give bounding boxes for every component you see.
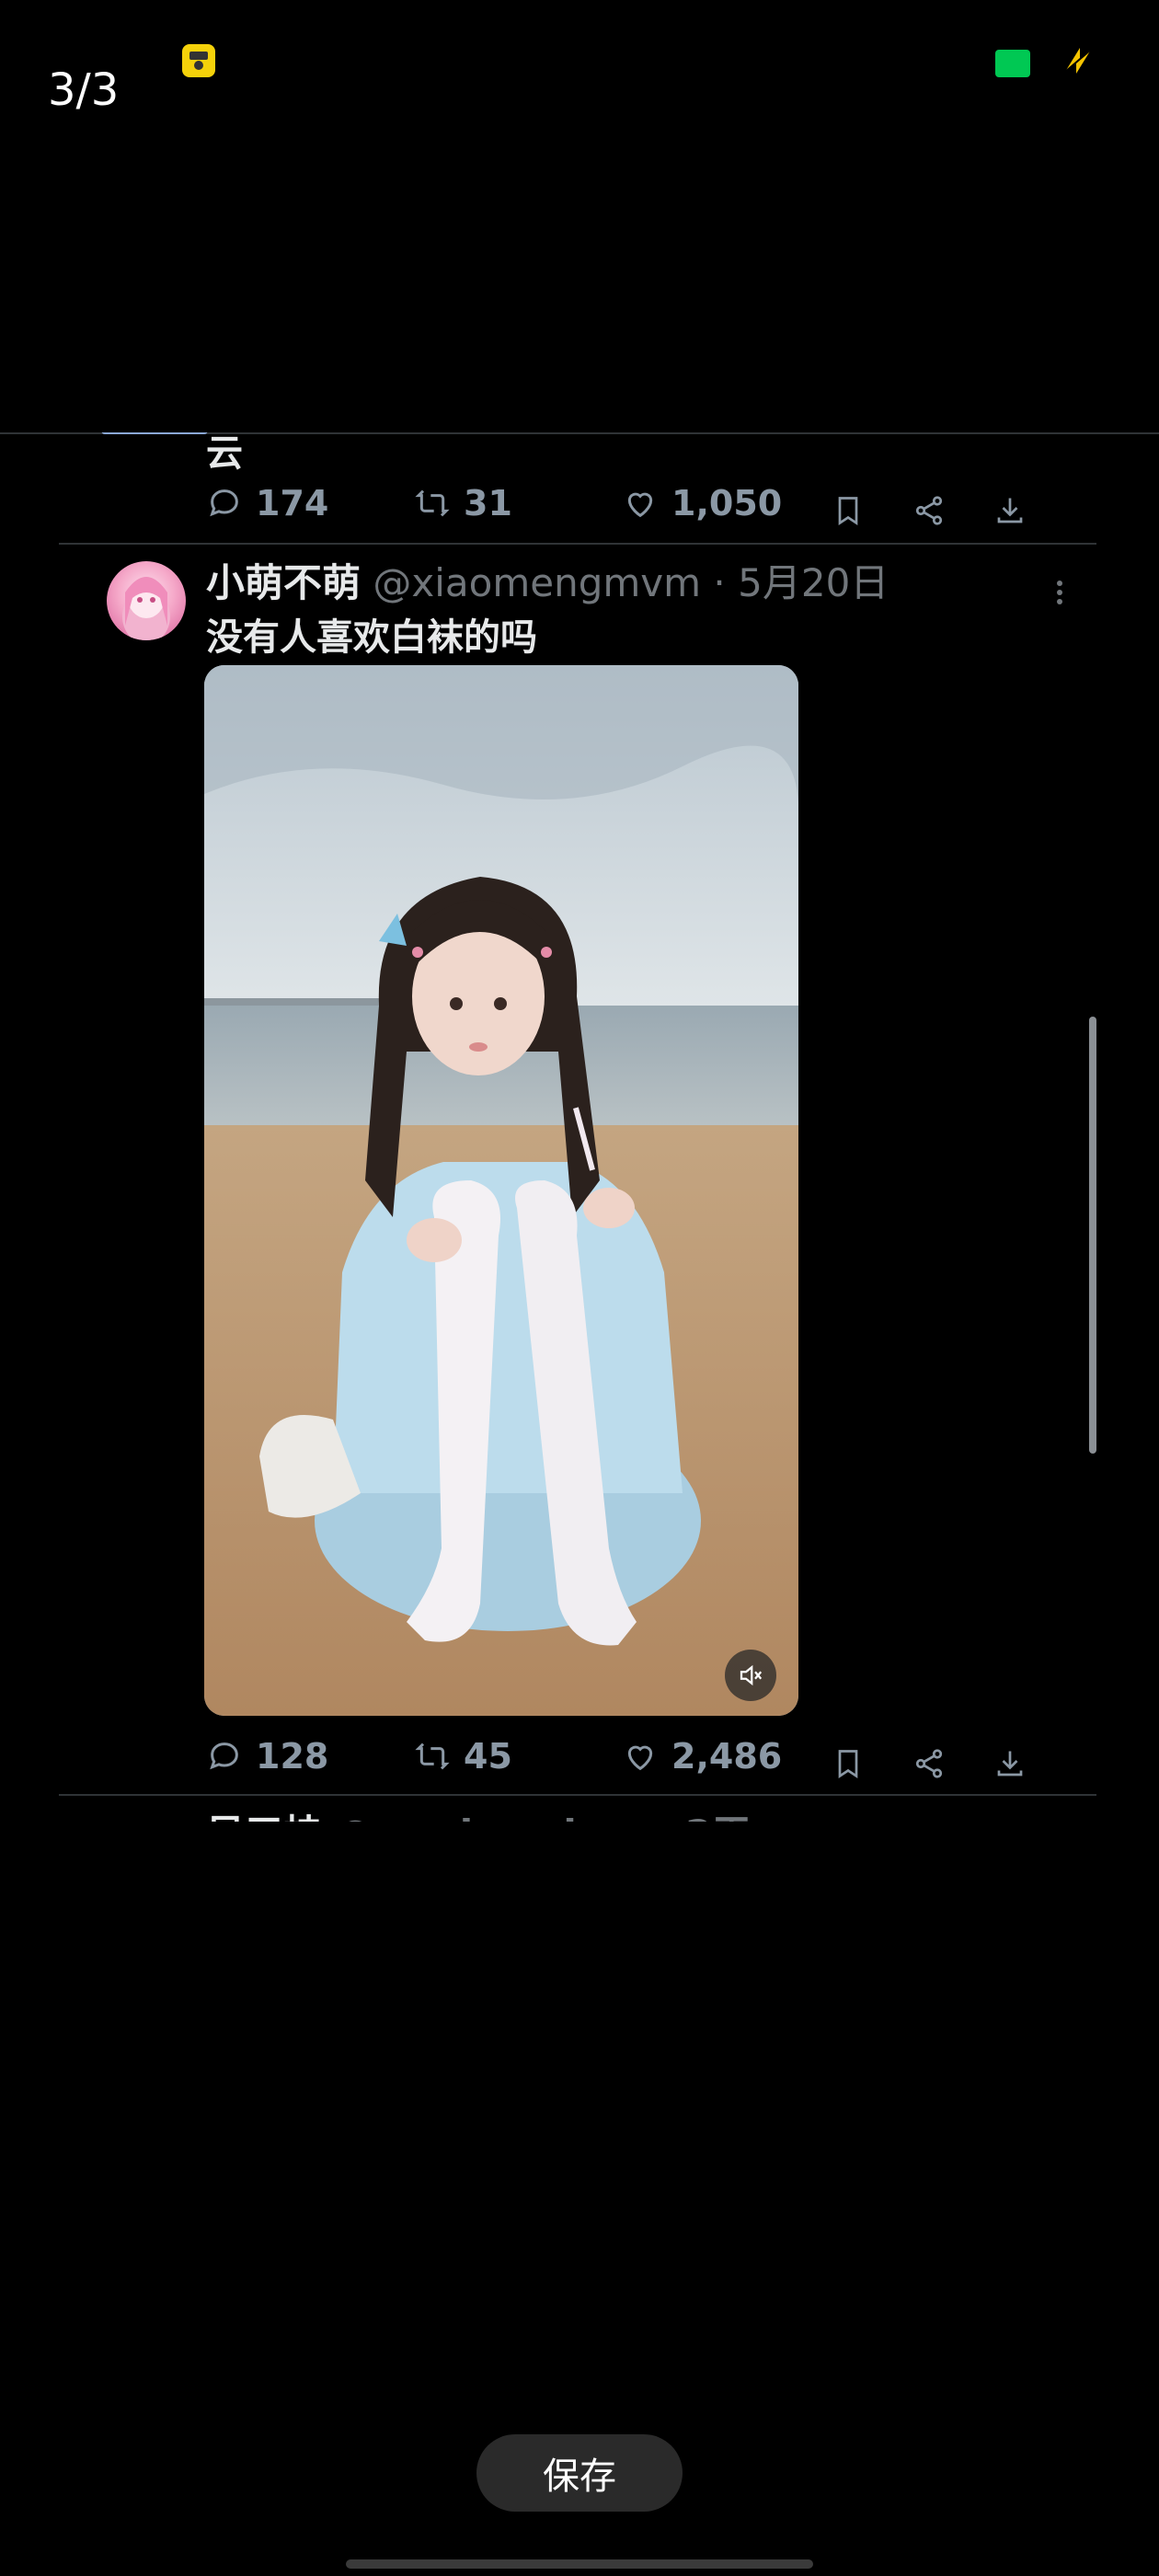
download-button[interactable] bbox=[993, 1736, 1030, 1791]
retweet-icon bbox=[415, 489, 450, 517]
bookmark-button[interactable] bbox=[832, 1736, 868, 1791]
tab-indicator bbox=[101, 432, 208, 434]
previous-tweet-actions: 174 31 1,050 bbox=[206, 483, 1034, 538]
retweet-button[interactable]: 31 bbox=[414, 483, 512, 523]
bookmark-icon bbox=[838, 497, 858, 526]
muted-speaker-icon bbox=[740, 1664, 763, 1686]
author-handle[interactable]: @xiaomengmvm bbox=[373, 560, 701, 605]
heart-icon bbox=[627, 492, 653, 518]
tweet-text: 没有人喜欢白袜的吗 bbox=[206, 616, 537, 659]
save-button[interactable]: 保存 bbox=[476, 2434, 683, 2512]
reply-icon bbox=[210, 1742, 238, 1770]
tweet-actions: 128 45 2,486 bbox=[206, 1736, 1034, 1791]
like-button[interactable]: 1,050 bbox=[622, 483, 782, 523]
bookmark-button[interactable] bbox=[832, 483, 868, 538]
tweet-date[interactable]: 5月20日 bbox=[738, 560, 889, 605]
reply-count: 128 bbox=[256, 1736, 329, 1777]
download-icon bbox=[997, 498, 1023, 523]
like-count: 2,486 bbox=[671, 1736, 783, 1777]
like-count: 1,050 bbox=[671, 483, 783, 523]
heart-icon bbox=[627, 1745, 653, 1771]
bookmark-icon bbox=[838, 1750, 858, 1779]
next-author-name[interactable]: 吴三桂 bbox=[206, 1811, 322, 1822]
author-avatar[interactable] bbox=[107, 561, 186, 640]
next-author-handle[interactable]: @wuzhanzhang bbox=[336, 1811, 672, 1822]
app-notification-icon bbox=[182, 44, 215, 77]
retweet-count: 45 bbox=[464, 1736, 512, 1777]
scrollbar[interactable] bbox=[1089, 1017, 1096, 1454]
retweet-button[interactable]: 45 bbox=[414, 1736, 512, 1777]
next-tweet-date: 2天 bbox=[685, 1811, 751, 1822]
screenshot-preview: 云 174 31 1,050 小萌不萌 @xiaomengmvm · 5月20日… bbox=[0, 432, 1159, 1822]
avatar-illustration bbox=[122, 577, 170, 640]
share-button[interactable] bbox=[912, 1736, 949, 1791]
author-name[interactable]: 小萌不萌 bbox=[206, 560, 361, 605]
like-button[interactable]: 2,486 bbox=[622, 1736, 782, 1777]
retweet-count: 31 bbox=[464, 483, 512, 523]
reply-button[interactable]: 174 bbox=[206, 483, 328, 523]
flash-icon[interactable] bbox=[1060, 44, 1096, 77]
separator-dot: · bbox=[713, 560, 726, 605]
tweet-video[interactable] bbox=[204, 665, 798, 1716]
share-icon bbox=[915, 1749, 943, 1778]
video-frame bbox=[204, 665, 798, 1716]
tweet-divider bbox=[59, 543, 1096, 545]
share-icon bbox=[915, 496, 943, 525]
retweet-icon bbox=[415, 1742, 450, 1770]
reply-button[interactable]: 128 bbox=[206, 1736, 328, 1777]
reply-count: 174 bbox=[256, 483, 329, 523]
page-counter: 3/3 bbox=[48, 64, 120, 116]
download-button[interactable] bbox=[993, 483, 1030, 538]
next-tweet-header: 吴三桂 @wuzhanzhang 2天 bbox=[206, 1803, 751, 1822]
home-indicator[interactable] bbox=[346, 2559, 813, 2569]
tweet-divider bbox=[59, 1794, 1096, 1796]
share-button[interactable] bbox=[912, 483, 949, 538]
mute-button[interactable] bbox=[725, 1650, 776, 1701]
green-status-indicator bbox=[995, 50, 1030, 77]
download-icon bbox=[997, 1751, 1023, 1777]
reply-icon bbox=[210, 489, 238, 517]
more-options-icon[interactable] bbox=[1047, 565, 1073, 620]
tweet-author-line: 小萌不萌 @xiaomengmvm · 5月20日 bbox=[206, 552, 889, 608]
previous-tweet-text: 云 bbox=[206, 432, 243, 475]
